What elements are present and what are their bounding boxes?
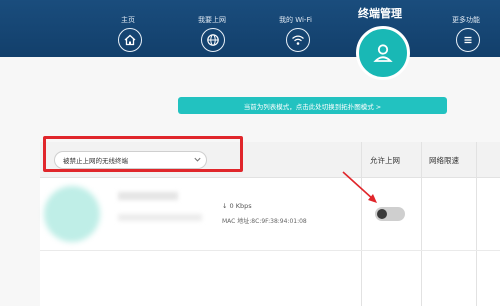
annotation-arrow — [342, 171, 377, 203]
